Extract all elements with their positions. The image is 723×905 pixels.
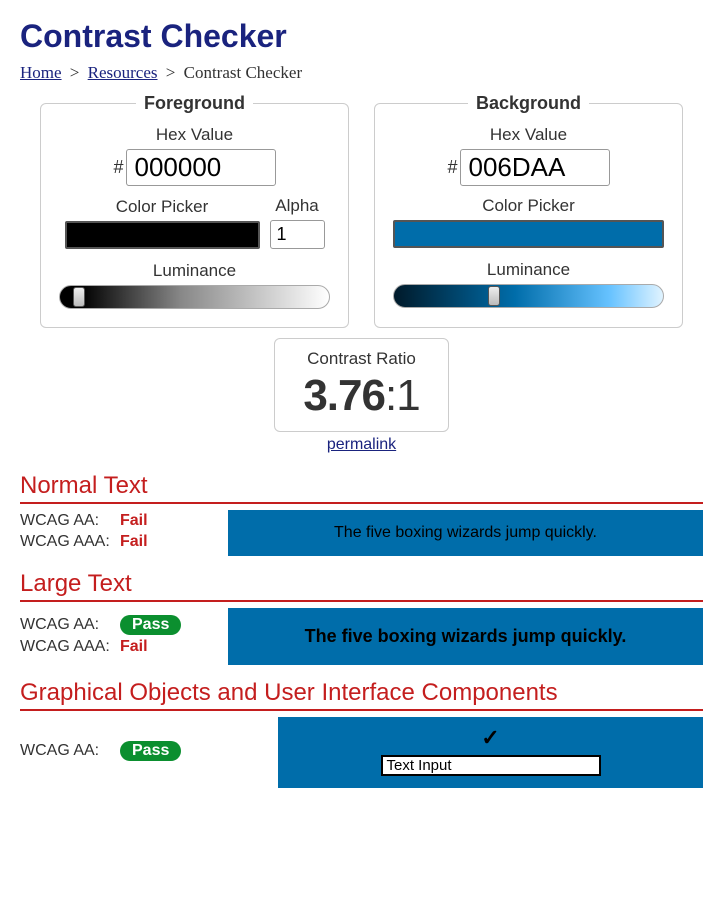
large-text-heading: Large Text — [20, 570, 703, 602]
large-results: WCAG AA: Pass WCAG AAA: Fail — [20, 615, 210, 659]
large-aaa-label: WCAG AAA: — [20, 638, 120, 656]
gfx-aa-label: WCAG AA: — [20, 742, 120, 760]
normal-sample[interactable]: The five boxing wizards jump quickly. — [228, 510, 703, 556]
fg-hex-input[interactable] — [126, 149, 276, 186]
foreground-title: Foreground — [136, 93, 253, 114]
breadcrumb: Home > Resources > Contrast Checker — [20, 63, 703, 83]
fg-color-swatch[interactable] — [65, 221, 260, 249]
gfx-heading: Graphical Objects and User Interface Com… — [20, 679, 703, 711]
bg-luminance-label: Luminance — [393, 260, 664, 280]
background-panel: Background Hex Value # Color Picker Lumi… — [374, 103, 683, 328]
hash-icon: # — [447, 157, 457, 178]
normal-results: WCAG AA: Fail WCAG AAA: Fail — [20, 512, 210, 554]
gfx-sample: ✓ Text Input — [278, 717, 703, 788]
fg-hex-label: Hex Value — [59, 125, 330, 145]
normal-aa-result: Fail — [120, 512, 148, 530]
normal-text-heading: Normal Text — [20, 472, 703, 504]
large-aa-result: Pass — [120, 615, 181, 635]
ratio-value: 3.76:1 — [303, 371, 419, 421]
fg-slider-thumb[interactable] — [73, 287, 85, 307]
normal-aaa-label: WCAG AAA: — [20, 533, 120, 551]
bg-color-swatch[interactable] — [393, 220, 664, 248]
fg-alpha-input[interactable] — [270, 220, 325, 249]
ratio-label: Contrast Ratio — [303, 349, 419, 369]
check-icon: ✓ — [481, 725, 499, 751]
permalink-link[interactable]: permalink — [20, 436, 703, 454]
bg-picker-label: Color Picker — [482, 196, 575, 216]
hash-icon: # — [113, 157, 123, 178]
breadcrumb-home[interactable]: Home — [20, 63, 62, 82]
background-title: Background — [468, 93, 589, 114]
bg-luminance-slider[interactable] — [393, 284, 664, 308]
foreground-panel: Foreground Hex Value # Color Picker Alph… — [40, 103, 349, 328]
normal-aa-label: WCAG AA: — [20, 512, 120, 530]
bg-hex-input[interactable] — [460, 149, 610, 186]
large-aa-label: WCAG AA: — [20, 616, 120, 634]
text-input-sample[interactable]: Text Input — [381, 755, 601, 776]
gfx-results: WCAG AA: Pass — [20, 741, 260, 764]
contrast-ratio-box: Contrast Ratio 3.76:1 — [274, 338, 448, 432]
fg-picker-label: Color Picker — [116, 197, 209, 217]
fg-luminance-label: Luminance — [59, 261, 330, 281]
bg-hex-label: Hex Value — [393, 125, 664, 145]
fg-luminance-slider[interactable] — [59, 285, 330, 309]
breadcrumb-sep: > — [70, 63, 80, 82]
large-aaa-result: Fail — [120, 638, 148, 656]
gfx-aa-result: Pass — [120, 741, 181, 761]
page-title: Contrast Checker — [20, 18, 703, 55]
bg-slider-thumb[interactable] — [488, 286, 500, 306]
normal-aaa-result: Fail — [120, 533, 148, 551]
breadcrumb-sep: > — [166, 63, 176, 82]
fg-alpha-label: Alpha — [275, 196, 318, 216]
breadcrumb-resources[interactable]: Resources — [88, 63, 158, 82]
breadcrumb-current: Contrast Checker — [184, 63, 303, 82]
large-sample[interactable]: The five boxing wizards jump quickly. — [228, 608, 703, 665]
